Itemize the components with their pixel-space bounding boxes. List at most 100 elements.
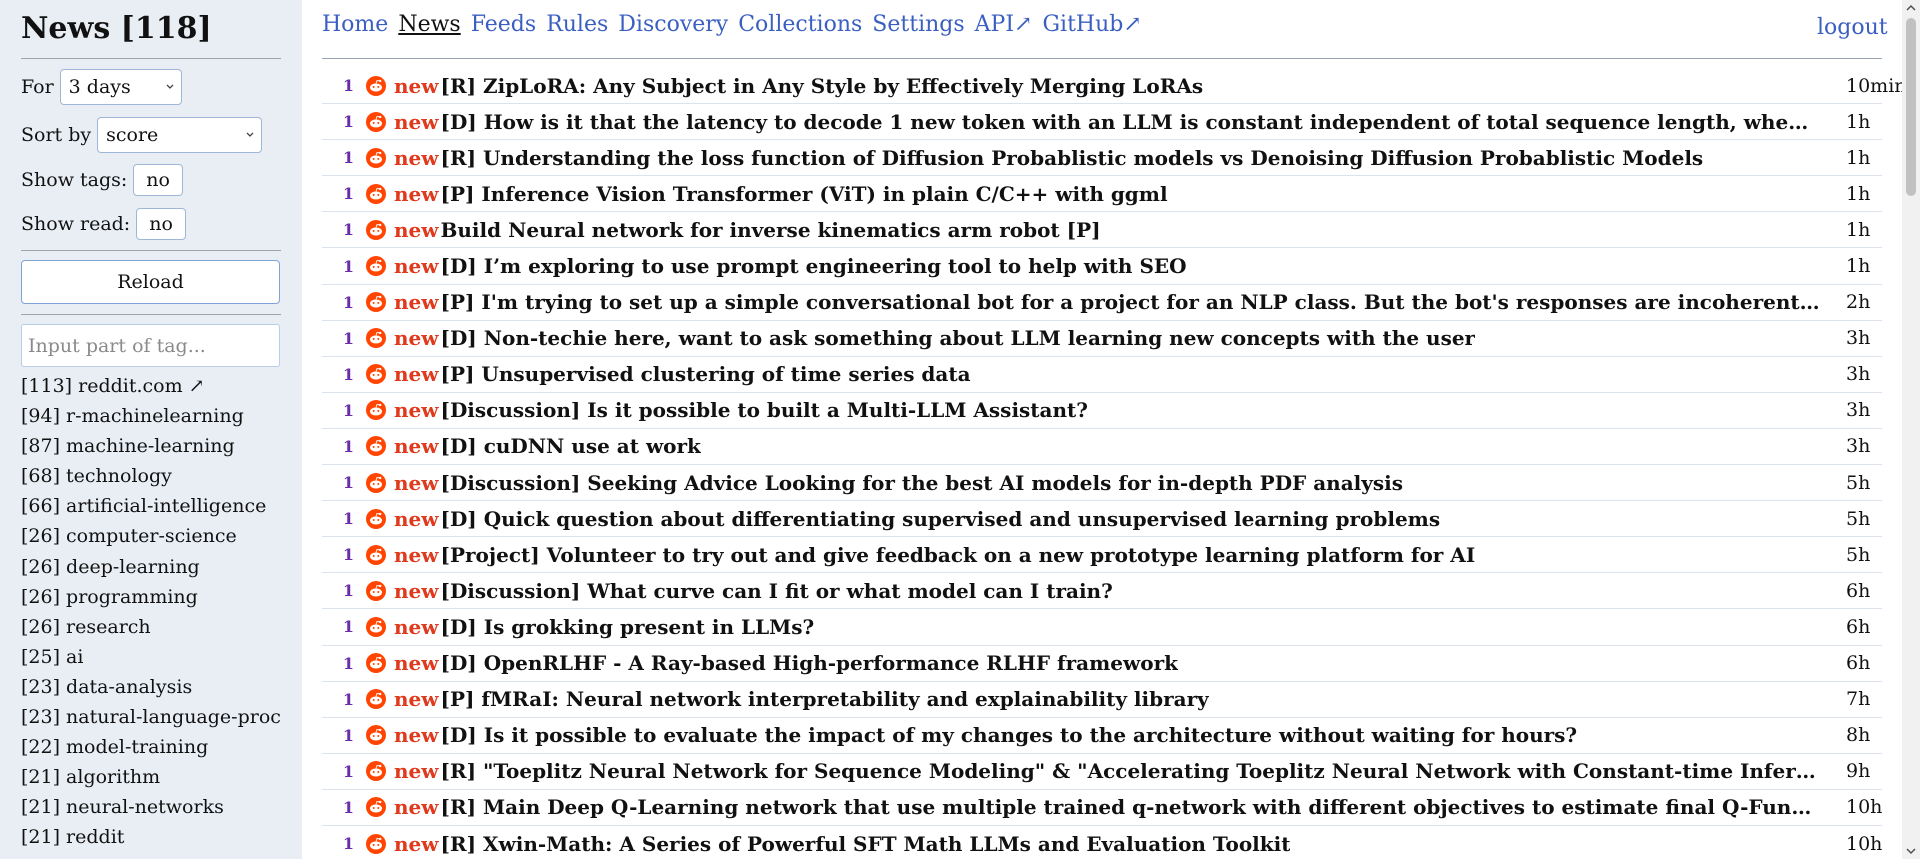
news-row[interactable]: 1 new [D] Quick question about differentia…: [322, 501, 1882, 538]
news-age: 3h: [1846, 327, 1871, 350]
reddit-icon: [366, 75, 386, 96]
news-title-link[interactable]: [Discussion] Seeking Advice Looking for …: [440, 471, 1403, 495]
tag-item[interactable]: [87] machine-learning: [21, 431, 281, 461]
news-title-link[interactable]: [D] Quick question about differentiating…: [440, 507, 1440, 531]
tag-item[interactable]: [21] neural-networks: [21, 792, 281, 822]
new-badge: new: [394, 578, 439, 603]
divider: [21, 314, 281, 315]
reddit-icon: [366, 400, 386, 421]
news-row[interactable]: 1 new [R] Understanding the loss function …: [322, 140, 1882, 177]
tag-item[interactable]: [68] technology: [21, 461, 281, 491]
tag-item[interactable]: [66] artificial-intelligence: [21, 491, 281, 521]
tag-item[interactable]: [113] reddit.com ↗: [21, 371, 281, 401]
news-row[interactable]: 1 new [P] Inference Vision Transformer (Vi…: [322, 176, 1882, 213]
news-row[interactable]: 1 new [D] OpenRLHF - A Ray-based High-perf…: [322, 646, 1882, 682]
show-tags-toggle[interactable]: no: [133, 164, 183, 196]
period-control: For 3 days: [21, 69, 281, 105]
nav-github[interactable]: GitHub↗: [1042, 12, 1141, 37]
nav-collections[interactable]: Collections: [738, 12, 862, 37]
nav-home[interactable]: Home: [322, 12, 388, 37]
news-age: 5h: [1846, 543, 1871, 566]
news-row[interactable]: 1 new [D] How is it that the latency to de…: [322, 104, 1882, 141]
tag-item[interactable]: [22] model-training: [21, 732, 281, 762]
news-title-link[interactable]: [Discussion] Is it possible to built a M…: [440, 398, 1088, 422]
reddit-icon: [366, 111, 386, 132]
reddit-icon: [366, 147, 386, 168]
new-badge: new: [394, 109, 439, 134]
news-row[interactable]: 1 new [P] fMRaI: Neural network interpreta…: [322, 682, 1882, 718]
news-row[interactable]: 1 new [R] ZipLoRA: Any Subject in Any Styl…: [322, 68, 1902, 105]
nav-news[interactable]: News: [398, 12, 460, 37]
news-row[interactable]: 1 new [D] cuDNN use at work 3h: [322, 429, 1882, 466]
news-title-link[interactable]: [D] OpenRLHF - A Ray-based High-performa…: [440, 651, 1177, 675]
news-list: 1 new [R] ZipLoRA: Any Subject in Any Styl…: [322, 68, 1902, 859]
news-title-link[interactable]: [R] Xwin-Math: A Series of Powerful SFT …: [440, 832, 1290, 856]
news-title-link[interactable]: [Discussion] What curve can I fit or wha…: [440, 579, 1112, 603]
score-value: 1: [342, 400, 354, 420]
news-title-link[interactable]: [R] Understanding the loss function of D…: [440, 146, 1703, 170]
news-title-link[interactable]: [D] Is it possible to evaluate the impac…: [440, 723, 1577, 747]
news-row[interactable]: 1 new [D] Is it possible to evaluate the i…: [322, 718, 1882, 754]
nav-rules[interactable]: Rules: [546, 12, 608, 37]
news-title-link[interactable]: [R] ZipLoRA: Any Subject in Any Style by…: [440, 74, 1203, 98]
tag-item[interactable]: [25] ai: [21, 642, 281, 672]
score-value: 1: [342, 112, 354, 132]
news-row[interactable]: 1 new [Project] Volunteer to try out and g…: [322, 537, 1882, 574]
news-row[interactable]: 1 new [Discussion] Is it possible to built…: [322, 393, 1882, 429]
tag-item[interactable]: [21] algorithm: [21, 762, 281, 792]
news-row[interactable]: 1 new Build Neural network for inverse kin…: [322, 212, 1882, 249]
nav-feeds[interactable]: Feeds: [471, 12, 536, 37]
period-select[interactable]: 3 days: [59, 69, 182, 105]
news-row[interactable]: 1 new [D] I’m exploring to use prompt engi…: [322, 248, 1882, 285]
news-row[interactable]: 1 new [P] Unsupervised clustering of time …: [322, 357, 1882, 393]
news-title-link[interactable]: [P] fMRaI: Neural network interpretabili…: [440, 687, 1208, 711]
news-title-link[interactable]: [P] Unsupervised clustering of time seri…: [440, 362, 970, 386]
scroll-up-icon[interactable]: [1902, 0, 1920, 16]
score-value: 1: [342, 545, 354, 565]
news-title-link[interactable]: [D] I’m exploring to use prompt engineer…: [440, 254, 1186, 278]
tag-item[interactable]: [21] reddit: [21, 822, 281, 852]
news-title-link[interactable]: Build Neural network for inverse kinemat…: [440, 218, 1100, 242]
news-title-link[interactable]: [D] Non-techie here, want to ask somethi…: [440, 326, 1475, 350]
news-row[interactable]: 1 new [R] Main Deep Q-Learning network tha…: [322, 790, 1882, 826]
score-value: 1: [342, 761, 354, 781]
scroll-down-icon[interactable]: [1902, 843, 1920, 859]
news-row[interactable]: 1 new [R] "Toeplitz Neural Network for Seq…: [322, 754, 1882, 790]
news-row[interactable]: 1 new [R] Xwin-Math: A Series of Powerful …: [322, 826, 1883, 859]
news-title-link[interactable]: [D] How is it that the latency to decode…: [440, 110, 1820, 134]
scrollbar[interactable]: [1902, 0, 1920, 859]
tag-item[interactable]: [26] computer-science: [21, 521, 281, 551]
news-row[interactable]: 1 new [P] I'm trying to set up a simple co…: [322, 285, 1882, 321]
news-title-link[interactable]: [Project] Volunteer to try out and give …: [440, 543, 1475, 567]
news-title-link[interactable]: [R] Main Deep Q-Learning network that us…: [440, 795, 1820, 819]
tag-item[interactable]: [23] data-analysis: [21, 672, 281, 702]
news-row[interactable]: 1 new [D] Non-techie here, want to ask som…: [322, 321, 1882, 357]
news-row[interactable]: 1 new [Discussion] Seeking Advice Looking …: [322, 465, 1882, 502]
news-age: 3h: [1846, 399, 1871, 422]
scrollbar-thumb[interactable]: [1906, 18, 1916, 196]
new-badge: new: [394, 326, 439, 351]
tag-search-input[interactable]: Input part of tag...: [21, 324, 280, 367]
tag-item[interactable]: [23] natural-language-processing: [21, 702, 281, 732]
score-value: 1: [342, 436, 354, 456]
news-row[interactable]: 1 new [D] Is grokking present in LLMs? 6h: [322, 609, 1882, 646]
show-read-toggle[interactable]: no: [136, 208, 186, 240]
nav-discovery[interactable]: Discovery: [618, 12, 728, 37]
nav-api[interactable]: API↗: [975, 12, 1033, 37]
show-tags-label: Show tags:: [21, 169, 128, 191]
nav-settings[interactable]: Settings: [872, 12, 964, 37]
news-title-link[interactable]: [P] I'm trying to set up a simple conver…: [440, 290, 1820, 314]
tag-item[interactable]: [26] deep-learning: [21, 552, 281, 582]
tag-item[interactable]: [26] programming: [21, 582, 281, 612]
news-title-link[interactable]: [R] "Toeplitz Neural Network for Sequenc…: [440, 759, 1820, 783]
news-title-link[interactable]: [D] Is grokking present in LLMs?: [440, 615, 814, 639]
news-row[interactable]: 1 new [Discussion] What curve can I fit or…: [322, 573, 1882, 610]
sort-select[interactable]: score: [97, 117, 263, 153]
logout-link[interactable]: logout: [1817, 15, 1888, 40]
tag-item[interactable]: [94] r-machinelearning: [21, 401, 281, 431]
tag-item[interactable]: [26] research: [21, 612, 281, 642]
news-title-link[interactable]: [P] Inference Vision Transformer (ViT) i…: [440, 182, 1167, 206]
new-badge: new: [394, 759, 439, 784]
reload-button[interactable]: Reload: [21, 260, 280, 304]
news-title-link[interactable]: [D] cuDNN use at work: [440, 434, 700, 458]
